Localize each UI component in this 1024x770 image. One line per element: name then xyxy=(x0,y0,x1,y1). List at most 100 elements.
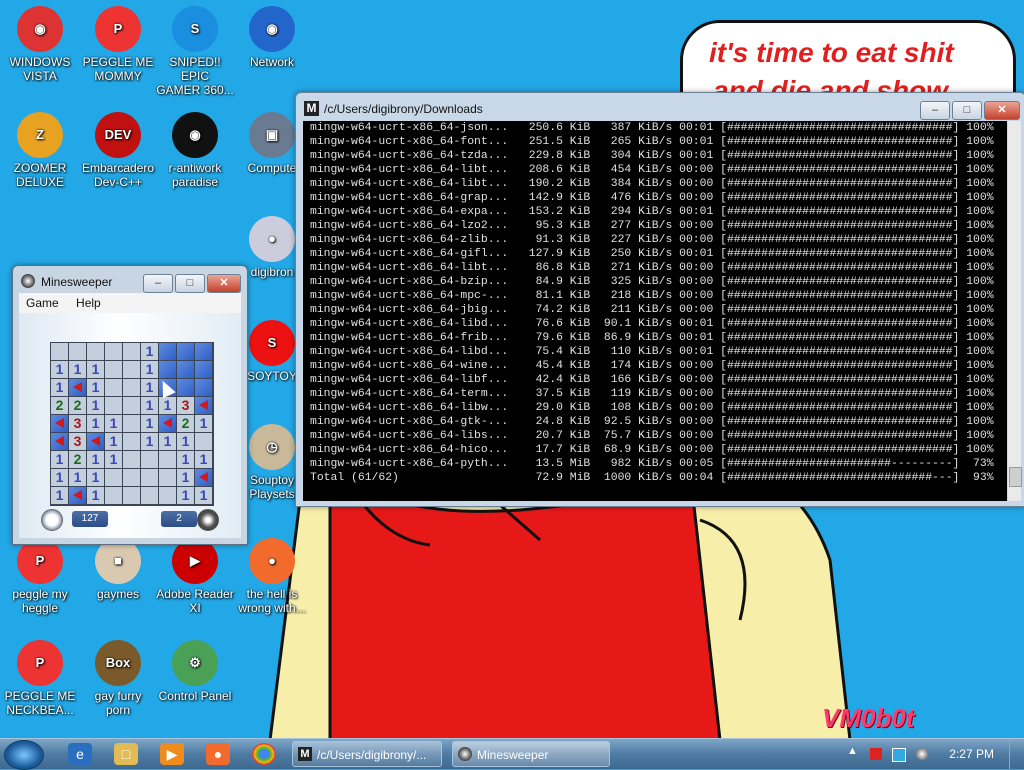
number-cell[interactable]: 1 xyxy=(159,433,176,450)
number-cell[interactable]: 1 xyxy=(141,343,158,360)
empty-cell[interactable] xyxy=(105,469,122,486)
number-cell[interactable]: 1 xyxy=(177,469,194,486)
minimize-button[interactable]: – xyxy=(920,101,950,120)
covered-cell[interactable] xyxy=(159,343,176,360)
show-hidden-icons-chevron-icon[interactable]: ▲ xyxy=(847,745,858,757)
number-cell[interactable]: 2 xyxy=(51,397,68,414)
network-tray-icon[interactable] xyxy=(892,748,906,762)
volume-tray-icon[interactable] xyxy=(916,748,928,760)
desktop-icon[interactable]: S SNIPED!! EPIC GAMER 360... xyxy=(155,6,235,97)
empty-cell[interactable] xyxy=(123,343,140,360)
start-button[interactable] xyxy=(4,740,44,770)
number-cell[interactable]: 1 xyxy=(195,487,212,504)
number-cell[interactable]: 1 xyxy=(141,433,158,450)
number-cell[interactable]: 1 xyxy=(195,451,212,468)
flag-icon[interactable] xyxy=(195,397,212,414)
empty-cell[interactable] xyxy=(159,487,176,504)
desktop-icon[interactable]: P PEGGLE ME NECKBEA... xyxy=(0,640,80,717)
empty-cell[interactable] xyxy=(141,469,158,486)
number-cell[interactable]: 2 xyxy=(69,397,86,414)
empty-cell[interactable] xyxy=(123,415,140,432)
number-cell[interactable]: 1 xyxy=(159,397,176,414)
number-cell[interactable]: 3 xyxy=(69,433,86,450)
desktop-icon[interactable]: ◉ WINDOWS VISTA xyxy=(0,6,80,83)
minesweeper-window[interactable]: Minesweeper – □ ✕ Game Help 111111112211… xyxy=(12,265,248,545)
empty-cell[interactable] xyxy=(123,397,140,414)
explorer-folder-icon[interactable]: □ xyxy=(114,743,138,765)
terminal-scrollbar[interactable] xyxy=(1008,121,1022,501)
desktop-icon[interactable]: ⚙ Control Panel xyxy=(155,640,235,703)
empty-cell[interactable] xyxy=(123,361,140,378)
empty-cell[interactable] xyxy=(159,451,176,468)
desktop-icon[interactable]: ● the hell is wrong with... xyxy=(232,538,312,615)
desktop-icon[interactable]: ◉ r-antiwork paradise xyxy=(155,112,235,189)
flag-tray-icon[interactable] xyxy=(870,748,882,760)
empty-cell[interactable] xyxy=(123,433,140,450)
taskbar-minesweeper-button[interactable]: Minesweeper xyxy=(452,741,610,767)
chrome-icon[interactable] xyxy=(252,743,276,765)
flag-icon[interactable] xyxy=(51,415,68,432)
minesweeper-close-button[interactable]: ✕ xyxy=(207,274,241,293)
number-cell[interactable]: 1 xyxy=(195,415,212,432)
desktop-icon[interactable]: ▶ Adobe Reader XI xyxy=(155,538,235,615)
number-cell[interactable]: 1 xyxy=(141,361,158,378)
covered-cell[interactable] xyxy=(177,343,194,360)
covered-cell[interactable] xyxy=(177,379,194,396)
number-cell[interactable]: 2 xyxy=(177,415,194,432)
empty-cell[interactable] xyxy=(105,343,122,360)
show-desktop-button[interactable] xyxy=(1009,739,1024,769)
number-cell[interactable]: 1 xyxy=(141,397,158,414)
media-player-icon[interactable]: ▶ xyxy=(160,743,184,765)
number-cell[interactable]: 1 xyxy=(105,451,122,468)
flag-icon[interactable] xyxy=(195,469,212,486)
empty-cell[interactable] xyxy=(105,397,122,414)
number-cell[interactable]: 1 xyxy=(87,451,104,468)
minesweeper-minimize-button[interactable]: – xyxy=(143,274,173,293)
empty-cell[interactable] xyxy=(123,487,140,504)
number-cell[interactable]: 1 xyxy=(105,415,122,432)
number-cell[interactable]: 2 xyxy=(69,451,86,468)
menu-game[interactable]: Game xyxy=(19,293,66,310)
empty-cell[interactable] xyxy=(51,343,68,360)
desktop-icon[interactable]: P PEGGLE ME MOMMY xyxy=(78,6,158,83)
terminal-titlebar[interactable]: M /c/Users/digibrony/Downloads – □ ✕ xyxy=(296,93,1024,123)
number-cell[interactable]: 1 xyxy=(177,433,194,450)
desktop-icon[interactable]: ■ gaymes xyxy=(78,538,158,601)
number-cell[interactable]: 1 xyxy=(141,415,158,432)
empty-cell[interactable] xyxy=(105,487,122,504)
number-cell[interactable]: 1 xyxy=(51,451,68,468)
maximize-button[interactable]: □ xyxy=(952,101,982,120)
number-cell[interactable]: 1 xyxy=(51,379,68,396)
empty-cell[interactable] xyxy=(195,433,212,450)
number-cell[interactable]: 1 xyxy=(141,379,158,396)
number-cell[interactable]: 1 xyxy=(51,469,68,486)
covered-cell[interactable] xyxy=(159,361,176,378)
flag-icon[interactable] xyxy=(87,433,104,450)
desktop-icon[interactable]: DEV Embarcadero Dev-C++ xyxy=(78,112,158,189)
close-button[interactable]: ✕ xyxy=(984,101,1020,120)
number-cell[interactable]: 1 xyxy=(87,415,104,432)
terminal-window[interactable]: M /c/Users/digibrony/Downloads – □ ✕ min… xyxy=(295,92,1024,507)
empty-cell[interactable] xyxy=(123,451,140,468)
number-cell[interactable]: 1 xyxy=(177,487,194,504)
empty-cell[interactable] xyxy=(141,487,158,504)
desktop-icon[interactable]: ◉ Network xyxy=(232,6,312,69)
number-cell[interactable]: 1 xyxy=(177,451,194,468)
number-cell[interactable]: 1 xyxy=(51,361,68,378)
flag-icon[interactable] xyxy=(51,433,68,450)
number-cell[interactable]: 1 xyxy=(87,361,104,378)
menu-help[interactable]: Help xyxy=(69,293,108,310)
terminal-output[interactable]: mingw-w64-ucrt-x86_64-json... 250.6 KiB … xyxy=(303,121,1007,501)
number-cell[interactable]: 1 xyxy=(87,397,104,414)
desktop-icon[interactable]: Box gay furry porn xyxy=(78,640,158,717)
covered-cell[interactable] xyxy=(195,343,212,360)
covered-cell[interactable] xyxy=(177,361,194,378)
number-cell[interactable]: 1 xyxy=(87,379,104,396)
number-cell[interactable]: 1 xyxy=(105,433,122,450)
empty-cell[interactable] xyxy=(159,469,176,486)
flag-icon[interactable] xyxy=(69,379,86,396)
empty-cell[interactable] xyxy=(141,451,158,468)
number-cell[interactable]: 1 xyxy=(87,487,104,504)
flag-icon[interactable] xyxy=(69,487,86,504)
taskbar-terminal-button[interactable]: M /c/Users/digibrony/... xyxy=(292,741,442,767)
